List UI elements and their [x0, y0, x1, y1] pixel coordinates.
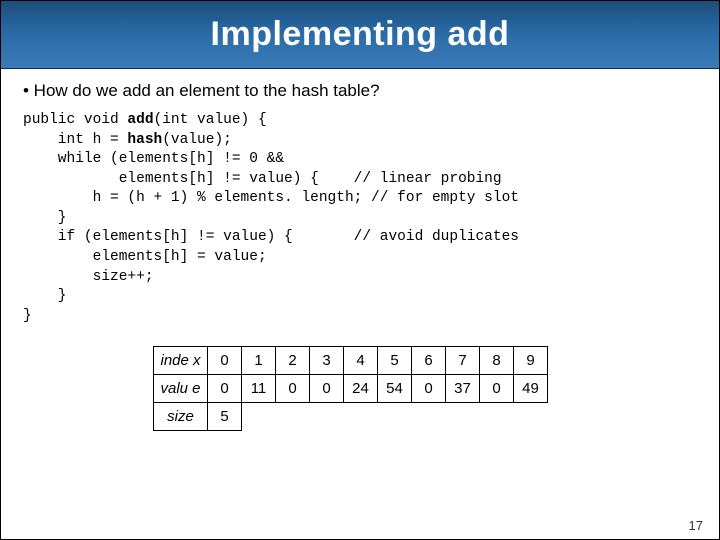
index-cell: 1	[242, 347, 276, 375]
hash-table: inde x 0 1 2 3 4 5 6 7 8 9 valu e 0 11 0…	[153, 346, 548, 431]
code-line-4: elements[h] != value) { // linear probin…	[23, 171, 502, 187]
index-cell: 0	[208, 347, 242, 375]
value-cell: 0	[208, 375, 242, 403]
index-cell: 6	[412, 347, 446, 375]
value-label: valu e	[154, 375, 208, 403]
value-cell: 0	[480, 375, 514, 403]
value-cell: 37	[446, 375, 480, 403]
index-cell: 5	[378, 347, 412, 375]
code-line-5: h = (h + 1) % elements. length; // for e…	[23, 190, 519, 206]
size-label: size	[154, 403, 208, 431]
code-line-9: size++;	[23, 269, 154, 285]
index-row: inde x 0 1 2 3 4 5 6 7 8 9	[154, 347, 548, 375]
code-block: public void add(int value) { int h = has…	[23, 111, 697, 326]
slide-body: • How do we add an element to the hash t…	[1, 69, 719, 431]
code-line-2c: (value);	[162, 132, 232, 148]
index-cell: 2	[276, 347, 310, 375]
index-cell: 4	[344, 347, 378, 375]
index-label: inde x	[154, 347, 208, 375]
code-line-10: }	[23, 288, 67, 304]
value-cell: 24	[344, 375, 378, 403]
code-line-8: elements[h] = value;	[23, 249, 267, 265]
value-cell: 11	[242, 375, 276, 403]
slide-title: Implementing add	[211, 15, 510, 54]
bullet-question: • How do we add an element to the hash t…	[23, 81, 697, 101]
index-cell: 7	[446, 347, 480, 375]
slide-header: Implementing add	[1, 1, 719, 69]
size-cell: 5	[208, 403, 242, 431]
value-cell: 0	[276, 375, 310, 403]
index-cell: 8	[480, 347, 514, 375]
index-cell: 3	[310, 347, 344, 375]
hash-table-wrap: inde x 0 1 2 3 4 5 6 7 8 9 valu e 0 11 0…	[153, 346, 697, 431]
code-line-1a: public void	[23, 112, 127, 128]
value-cell: 0	[412, 375, 446, 403]
value-cell: 54	[378, 375, 412, 403]
code-line-1c: (int value) {	[154, 112, 267, 128]
size-row: size 5	[154, 403, 548, 431]
value-cell: 49	[514, 375, 548, 403]
code-method-name: add	[127, 112, 153, 128]
code-line-2a: int h =	[23, 132, 127, 148]
value-cell: 0	[310, 375, 344, 403]
index-cell: 9	[514, 347, 548, 375]
value-row: valu e 0 11 0 0 24 54 0 37 0 49	[154, 375, 548, 403]
code-line-11: }	[23, 308, 32, 324]
code-line-3: while (elements[h] != 0 &&	[23, 151, 284, 167]
code-hash-call: hash	[127, 132, 162, 148]
code-line-7: if (elements[h] != value) { // avoid dup…	[23, 229, 519, 245]
page-number: 17	[689, 518, 703, 533]
code-line-6: }	[23, 210, 67, 226]
